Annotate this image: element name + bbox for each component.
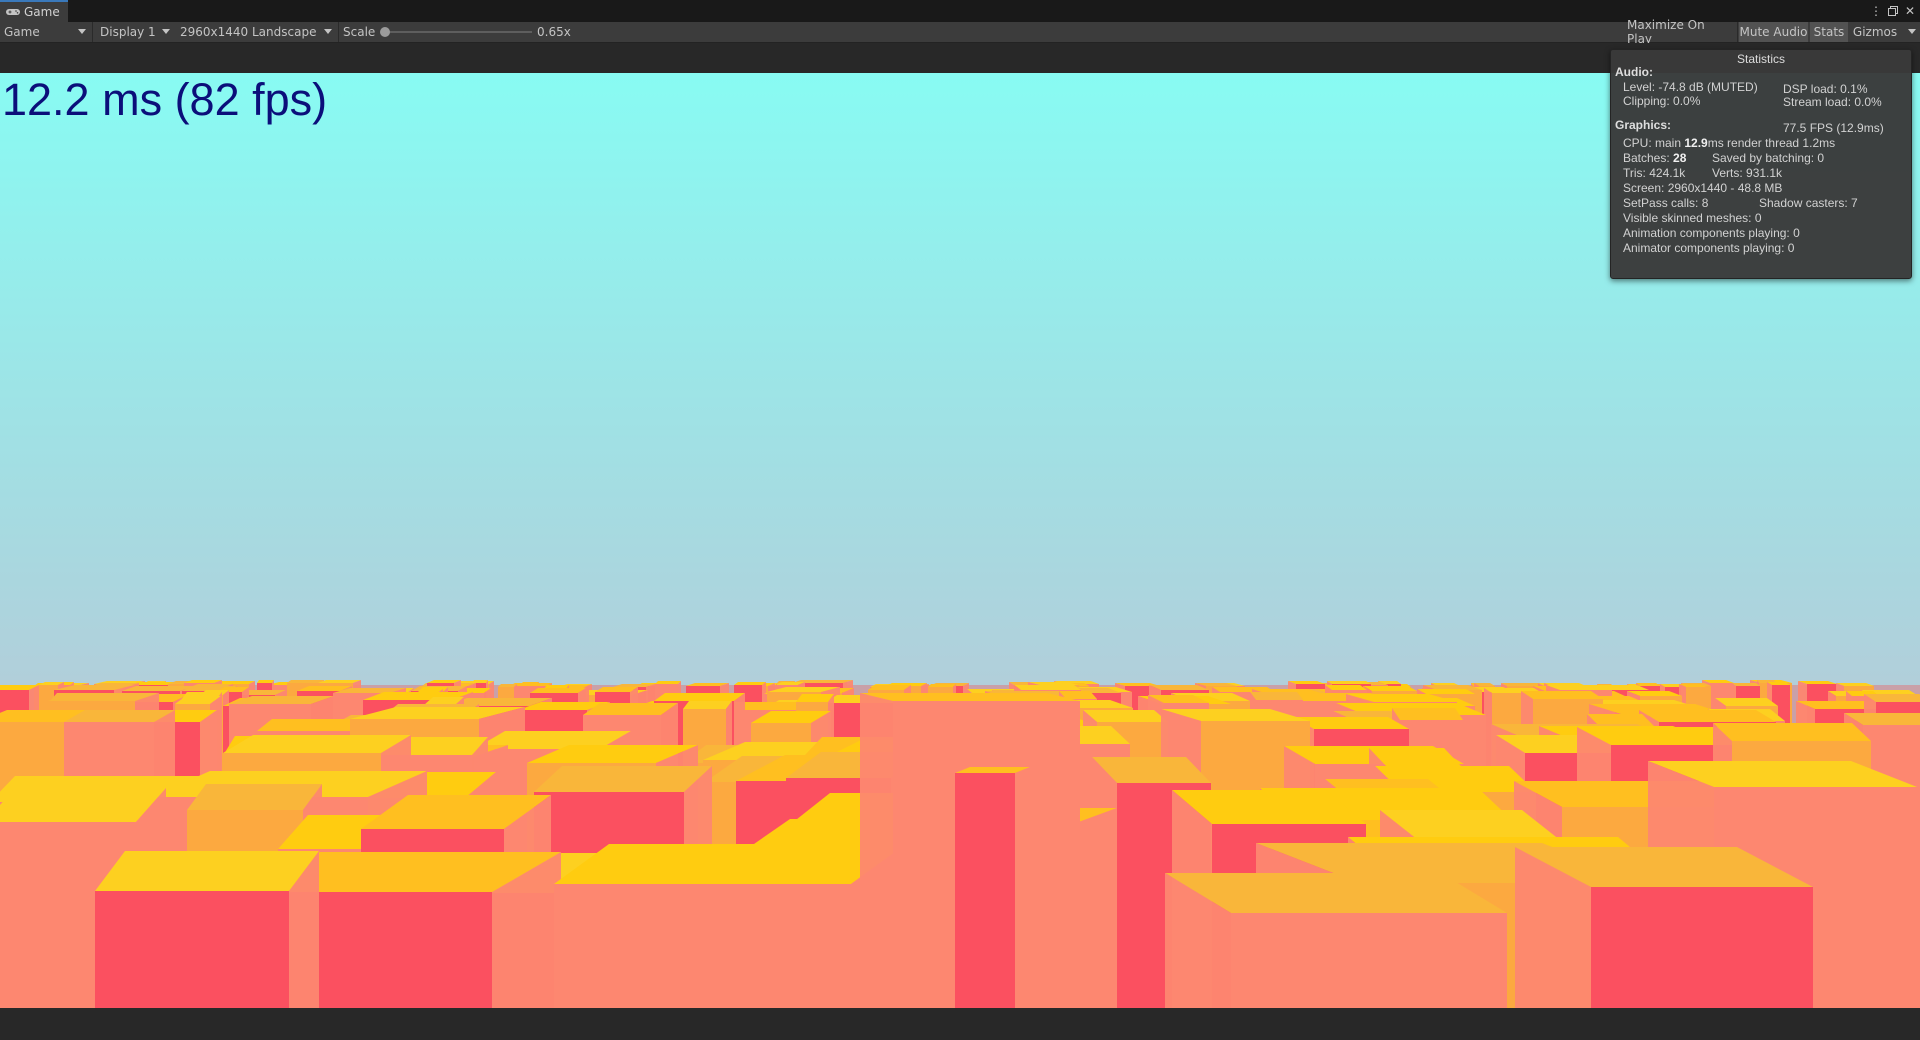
resolution-dropdown[interactable]: 2960x1440 Landscape — [176, 22, 336, 42]
building-rooftop — [1715, 698, 1778, 706]
graphics-fps: 77.5 FPS (12.9ms) — [1783, 121, 1884, 135]
saved-by-batching: Saved by batching: 0 — [1712, 151, 1825, 165]
building-rooftop — [1521, 691, 1603, 699]
building-front — [554, 884, 851, 1008]
display-value: Display 1 — [100, 25, 156, 39]
visible-skinned-meshes: Visible skinned meshes: 0 — [1623, 211, 1762, 225]
scale-slider-handle[interactable] — [380, 27, 390, 37]
view-mode-dropdown[interactable]: Game — [0, 22, 90, 42]
stream-load: Stream load: 0.0% — [1783, 95, 1882, 109]
frame-time-overlay: 12.2 ms (82 fps) — [2, 74, 328, 125]
tab-label: Game — [24, 5, 60, 19]
screen-info: Screen: 2960x1440 - 48.8 MB — [1623, 181, 1783, 195]
building-front — [955, 773, 1015, 1008]
scale-label: Scale — [339, 22, 383, 42]
dsp-load: DSP load: 0.1% — [1783, 82, 1868, 96]
tris: Tris: 424.1k — [1623, 166, 1686, 180]
building-rooftop — [554, 844, 906, 884]
animator-components: Animator components playing: 0 — [1623, 241, 1795, 255]
building-rooftop — [734, 682, 766, 685]
building-rooftop — [1732, 683, 1760, 686]
scale-label-text: Scale — [343, 25, 376, 39]
statistics-panel: Statistics Audio: Level: -74.8 dB (MUTED… — [1610, 49, 1912, 279]
scale-slider-track[interactable] — [386, 31, 532, 33]
letterbox-bottom — [0, 1008, 1920, 1040]
building-rooftop — [1639, 710, 1776, 722]
building-rooftop — [1250, 692, 1303, 700]
building-front — [1591, 887, 1813, 1008]
resolution-value: 2960x1440 Landscape — [180, 25, 317, 39]
building-rooftop — [1636, 683, 1660, 686]
setpass-calls: SetPass calls: 8 — [1623, 196, 1709, 210]
building-side — [860, 693, 893, 1008]
building-rooftop — [257, 680, 274, 683]
audio-level: Level: -74.8 dB (MUTED) — [1623, 80, 1758, 94]
chevron-down-icon — [324, 29, 332, 34]
building-rooftop — [1327, 681, 1371, 684]
cpu-main-value: 12.9 — [1684, 136, 1708, 150]
maximize-window-icon[interactable] — [1885, 1, 1901, 21]
building-rooftop — [1325, 685, 1367, 690]
game-toolbar: Game Display 1 2960x1440 Landscape Scale… — [0, 18, 1920, 46]
stats-button[interactable]: Stats — [1810, 22, 1848, 42]
building-rooftop — [1713, 723, 1871, 741]
audio-header: Audio: — [1615, 65, 1653, 79]
building-front — [95, 891, 289, 1008]
unity-game-window: Game ⋮ ✕ Game Display 1 2960x1440 Landsc… — [0, 0, 1920, 1040]
building-rooftop — [1363, 686, 1417, 691]
building-rooftop — [1083, 710, 1168, 722]
building-rooftop — [472, 680, 488, 683]
building-rooftop — [530, 688, 586, 693]
building-blocks — [0, 680, 1920, 1008]
chevron-down-icon — [162, 29, 170, 34]
more-options-icon[interactable]: ⋮ — [1868, 1, 1884, 21]
divider — [1737, 22, 1738, 42]
animation-components: Animation components playing: 0 — [1623, 226, 1800, 240]
building-rooftop — [868, 685, 911, 690]
building-rooftop — [928, 684, 956, 687]
building-rooftop — [1014, 685, 1081, 690]
batches-value: 28 — [1673, 151, 1687, 165]
scale-value-text: 0.65x — [537, 25, 571, 39]
tab-game[interactable]: Game — [0, 0, 68, 22]
graphics-header: Graphics: — [1615, 118, 1672, 132]
batches-prefix: Batches: — [1623, 151, 1674, 165]
batches: Batches: 28 — [1623, 151, 1686, 165]
statistics-title: Statistics — [1736, 52, 1785, 66]
mute-audio-button[interactable]: Mute Audio — [1739, 22, 1808, 42]
gamepad-icon — [6, 9, 20, 15]
cpu-prefix: CPU: main — [1623, 136, 1685, 150]
building-rooftop — [534, 766, 712, 792]
view-mode-value: Game — [4, 25, 40, 39]
close-icon[interactable]: ✕ — [1902, 1, 1918, 21]
building-rooftop — [655, 681, 681, 684]
gizmos-button[interactable]: Gizmos — [1850, 22, 1900, 42]
display-dropdown[interactable]: Display 1 — [96, 22, 174, 42]
building-rooftop — [287, 680, 324, 683]
building-rooftop — [860, 693, 1080, 701]
building-rooftop — [187, 784, 322, 810]
building-rooftop — [223, 735, 411, 753]
divider — [92, 22, 93, 42]
building-rooftop — [654, 693, 745, 701]
building-rooftop — [796, 694, 834, 702]
building-side — [1015, 767, 1030, 1008]
cpu-suffix: ms render thread 1.2ms — [1707, 136, 1836, 150]
gizmos-dropdown[interactable] — [1900, 22, 1920, 42]
chevron-down-icon — [1908, 29, 1916, 34]
audio-clipping: Clipping: 0.0% — [1623, 94, 1701, 108]
shadow-casters: Shadow casters: 7 — [1759, 196, 1858, 210]
building-rooftop — [1392, 708, 1463, 720]
building-rooftop — [1417, 689, 1475, 694]
building-rooftop — [95, 851, 319, 891]
building-rooftop — [683, 701, 732, 709]
building-rooftop — [1501, 683, 1544, 686]
building-front — [1231, 913, 1507, 1008]
scale-value: 0.65x — [533, 22, 583, 42]
verts: Verts: 931.1k — [1712, 166, 1783, 180]
maximize-on-play-button[interactable]: Maximize On Play — [1627, 18, 1733, 46]
building-rooftop — [498, 684, 517, 687]
cpu-time: CPU: main 12.9ms render thread 1.2ms — [1623, 136, 1835, 150]
chevron-down-icon — [78, 29, 86, 34]
